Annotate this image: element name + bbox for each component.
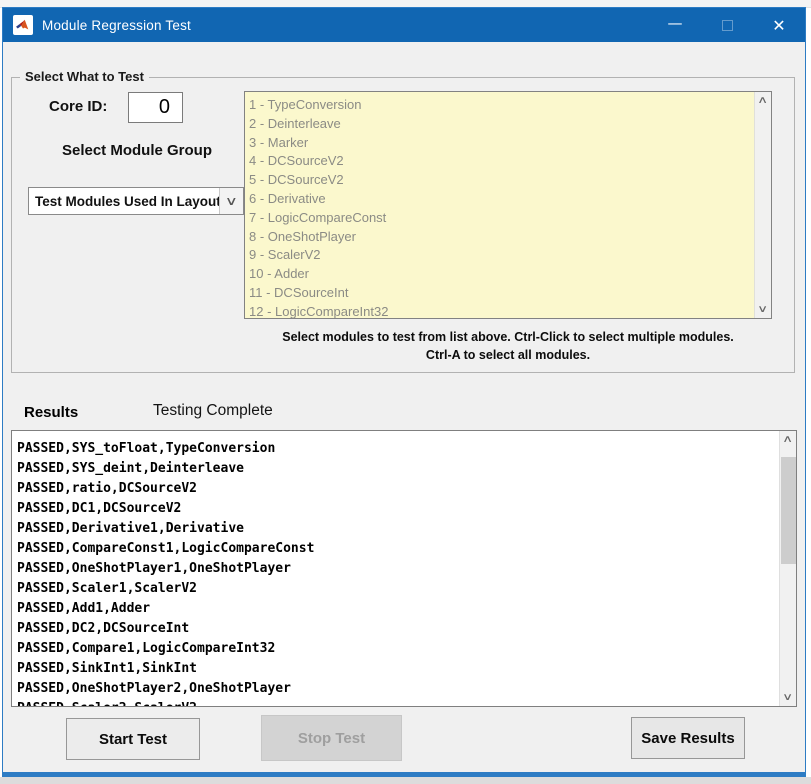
window-title: Module Regression Test — [42, 18, 191, 33]
result-line[interactable]: PASSED,OneShotPlayer2,OneShotPlayer — [17, 679, 779, 699]
select-module-group-label: Select Module Group — [31, 142, 243, 159]
module-listbox[interactable]: 1 - TypeConversion2 - Deinterleave3 - Ma… — [244, 91, 772, 319]
desktop-background-bottom — [0, 777, 811, 784]
close-button[interactable]: ✕ — [753, 8, 805, 42]
result-line[interactable]: PASSED,SYS_deint,Deinterleave — [17, 459, 779, 479]
result-line[interactable]: PASSED,OneShotPlayer1,OneShotPlayer — [17, 559, 779, 579]
module-list-item[interactable]: 3 - Marker — [249, 134, 754, 153]
result-line[interactable]: PASSED,Compare1,LogicCompareInt32 — [17, 639, 779, 659]
core-id-label: Core ID: — [49, 98, 107, 115]
hint-line-1: Select modules to test from list above. … — [244, 328, 772, 346]
results-list-items: PASSED,SYS_toFloat,TypeConversionPASSED,… — [12, 431, 779, 706]
matlab-app-icon — [13, 15, 33, 35]
module-list-item[interactable]: 12 - LogicCompareInt32 — [249, 303, 754, 318]
module-list-item[interactable]: 5 - DCSourceV2 — [249, 171, 754, 190]
module-list-item[interactable]: 2 - Deinterleave — [249, 115, 754, 134]
maximize-button[interactable] — [701, 8, 753, 42]
result-line[interactable]: PASSED,DC1,DCSourceV2 — [17, 499, 779, 519]
save-results-button[interactable]: Save Results — [631, 717, 745, 759]
result-line[interactable]: PASSED,Add1,Adder — [17, 599, 779, 619]
module-list-item[interactable]: 4 - DCSourceV2 — [249, 152, 754, 171]
testing-status-text: Testing Complete — [153, 402, 273, 420]
module-group-dropdown[interactable]: Test Modules Used In Layout ∨ — [28, 187, 244, 215]
minimize-button[interactable]: — — [649, 8, 701, 42]
module-list-item[interactable]: 6 - Derivative — [249, 190, 754, 209]
window-controls: — ✕ — [649, 8, 805, 42]
hint-line-2: Ctrl-A to select all modules. — [244, 346, 772, 364]
groupbox-legend: Select What to Test — [20, 69, 149, 84]
module-regression-test-window: Module Regression Test — ✕ Select What t… — [2, 7, 806, 777]
scrollbar-thumb[interactable] — [781, 457, 796, 564]
scroll-down-icon[interactable]: ∨ — [780, 689, 796, 706]
start-test-button[interactable]: Start Test — [66, 718, 200, 760]
results-label: Results — [24, 404, 78, 421]
result-line[interactable]: PASSED,SYS_toFloat,TypeConversion — [17, 439, 779, 459]
minimize-icon: — — [668, 14, 683, 32]
module-list-item[interactable]: 10 - Adder — [249, 265, 754, 284]
module-list-item[interactable]: 9 - ScalerV2 — [249, 246, 754, 265]
dropdown-chevron-icon[interactable]: ∨ — [219, 188, 243, 214]
results-listbox[interactable]: PASSED,SYS_toFloat,TypeConversionPASSED,… — [11, 430, 797, 707]
module-list-item[interactable]: 7 - LogicCompareConst — [249, 209, 754, 228]
close-icon: ✕ — [772, 16, 785, 35]
result-line[interactable]: PASSED,Scaler1,ScalerV2 — [17, 579, 779, 599]
result-line[interactable]: PASSED,Scaler2,ScalerV2 — [17, 699, 779, 706]
scroll-up-icon[interactable]: ∧ — [755, 92, 771, 109]
results-scrollbar[interactable]: ∧ ∨ — [779, 431, 796, 706]
core-id-input[interactable] — [128, 92, 183, 123]
module-list-item[interactable]: 11 - DCSourceInt — [249, 284, 754, 303]
result-line[interactable]: PASSED,Derivative1,Derivative — [17, 519, 779, 539]
module-list-items: 1 - TypeConversion2 - Deinterleave3 - Ma… — [245, 92, 754, 318]
scroll-down-icon[interactable]: ∨ — [755, 301, 771, 318]
result-line[interactable]: PASSED,SinkInt1,SinkInt — [17, 659, 779, 679]
titlebar[interactable]: Module Regression Test — ✕ — [3, 8, 805, 42]
module-list-item[interactable]: 8 - OneShotPlayer — [249, 228, 754, 247]
stop-test-button: Stop Test — [261, 715, 402, 761]
result-line[interactable]: PASSED,CompareConst1,LogicCompareConst — [17, 539, 779, 559]
scroll-up-icon[interactable]: ∧ — [780, 431, 796, 448]
result-line[interactable]: PASSED,DC2,DCSourceInt — [17, 619, 779, 639]
module-selection-hint: Select modules to test from list above. … — [244, 328, 772, 364]
module-list-scrollbar[interactable]: ∧ ∨ — [754, 92, 771, 318]
module-group-dropdown-value: Test Modules Used In Layout — [29, 194, 219, 209]
maximize-icon — [722, 20, 733, 31]
result-line[interactable]: PASSED,ratio,DCSourceV2 — [17, 479, 779, 499]
module-list-item[interactable]: 1 - TypeConversion — [249, 96, 754, 115]
matlab-logo-icon — [16, 18, 30, 32]
